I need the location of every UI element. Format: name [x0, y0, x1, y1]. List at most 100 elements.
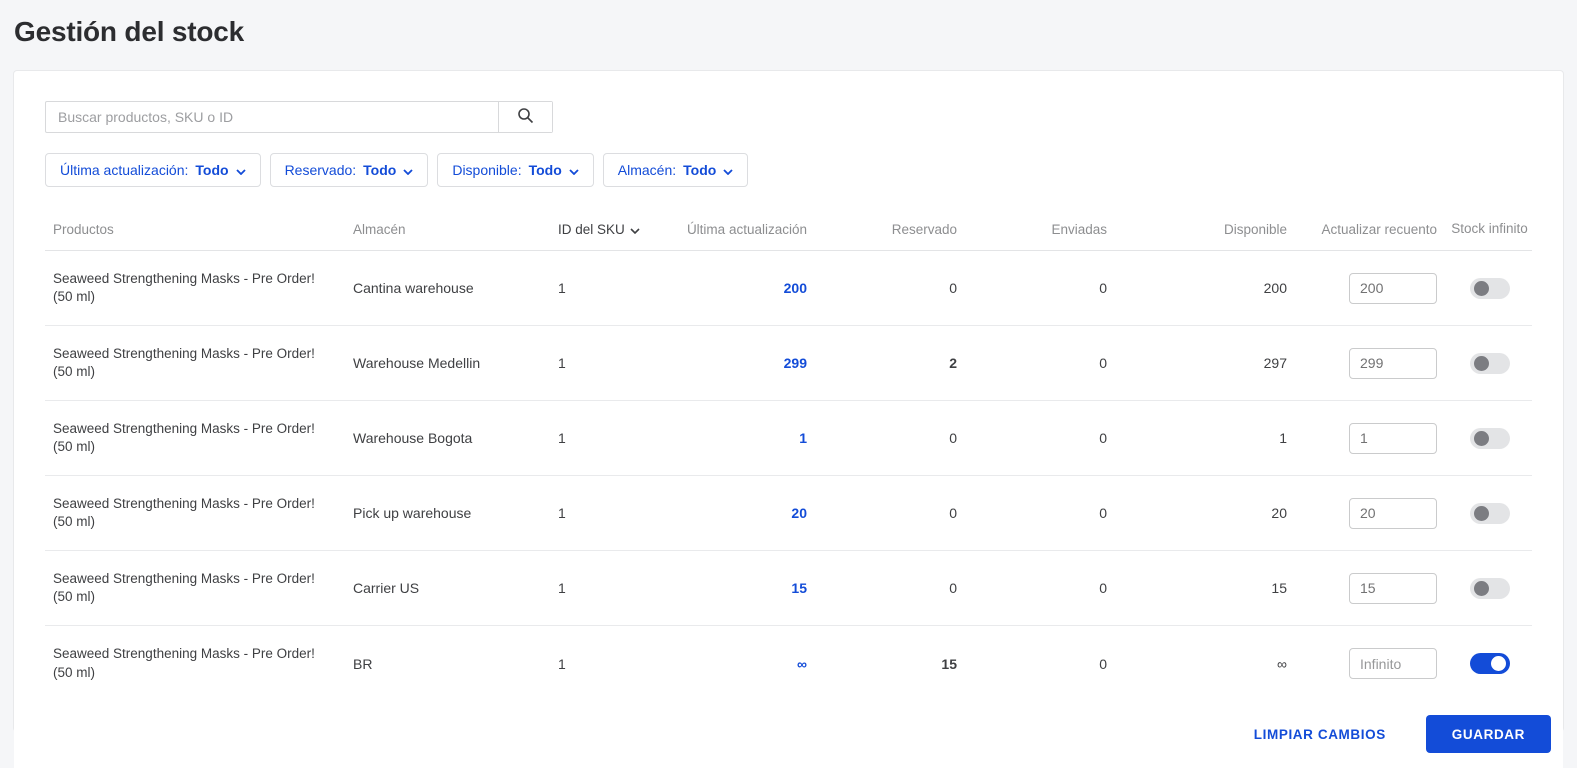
update-count-input — [1349, 648, 1437, 679]
filter-warehouse[interactable]: Almacén: Todo — [602, 153, 749, 187]
filter-label: Disponible: — [452, 162, 522, 178]
last-update-value[interactable]: 200 — [675, 280, 815, 296]
infinite-stock-toggle[interactable] — [1469, 277, 1510, 299]
chevron-down-icon — [723, 162, 733, 178]
filter-last-update[interactable]: Última actualización: Todo — [45, 153, 261, 187]
last-update-value[interactable]: 299 — [675, 355, 815, 371]
toggle-knob — [1473, 430, 1489, 446]
shipped-value: 0 — [1099, 430, 1107, 446]
search-button[interactable] — [498, 102, 552, 132]
header-shipped: Enviadas — [1051, 222, 1107, 237]
reserved-value: 0 — [949, 580, 957, 596]
shipped-value: 0 — [1099, 655, 1107, 672]
warehouse-name: BR — [353, 655, 373, 672]
last-update-value[interactable]: ∞ — [675, 656, 815, 672]
warehouse-name: Cantina warehouse — [353, 280, 474, 296]
available-value: 20 — [1271, 505, 1287, 521]
sku-id: 1 — [558, 505, 566, 521]
sku-id: 1 — [558, 355, 566, 371]
filter-value: Todo — [363, 162, 397, 178]
product-name: Seaweed Strengthening Masks - Pre Order!… — [53, 495, 315, 529]
header-update-count: Actualizar recuento — [1321, 222, 1437, 237]
filter-value: Todo — [683, 162, 717, 178]
filter-label: Almacén: — [617, 162, 677, 178]
infinite-stock-toggle[interactable] — [1469, 502, 1510, 524]
sku-id: 1 — [558, 655, 566, 672]
available-value: 200 — [1263, 280, 1287, 296]
update-count-input[interactable] — [1349, 572, 1437, 604]
product-name: Seaweed Strengthening Masks - Pre Order!… — [53, 570, 315, 604]
sku-id: 1 — [558, 580, 566, 596]
update-count-input[interactable] — [1349, 497, 1437, 529]
stock-table: Productos Almacén ID del SKU Última actu… — [45, 209, 1532, 701]
toggle-knob — [1473, 280, 1489, 296]
filter-label: Reservado: — [284, 162, 357, 178]
available-value: 15 — [1271, 580, 1287, 596]
filter-reserved[interactable]: Reservado: Todo — [269, 153, 429, 187]
available-value: 1 — [1279, 430, 1287, 446]
filter-bar: Última actualización: Todo Reservado: To… — [45, 153, 1532, 187]
table-row: Seaweed Strengthening Masks - Pre Order!… — [45, 551, 1532, 626]
table-row: Seaweed Strengthening Masks - Pre Order!… — [45, 626, 1532, 701]
reserved-value: 0 — [949, 430, 957, 446]
chevron-down-icon — [403, 162, 413, 178]
shipped-value: 0 — [1099, 355, 1107, 371]
table-row: Seaweed Strengthening Masks - Pre Order!… — [45, 326, 1532, 401]
stock-management-card: Última actualización: Todo Reservado: To… — [13, 70, 1564, 768]
filter-value: Todo — [195, 162, 229, 178]
filter-value: Todo — [528, 162, 562, 178]
sku-id: 1 — [558, 280, 566, 296]
infinite-stock-toggle[interactable] — [1469, 427, 1510, 449]
product-name: Seaweed Strengthening Masks - Pre Order!… — [53, 345, 315, 379]
toggle-knob — [1473, 580, 1489, 596]
toggle-knob — [1490, 656, 1506, 671]
action-bar: LIMPIAR CAMBIOS GUARDAR — [14, 701, 1563, 768]
header-infinite-stock: Stock infinito — [1451, 221, 1528, 237]
last-update-value[interactable]: 20 — [675, 505, 815, 521]
chevron-down-icon — [630, 222, 640, 237]
warehouse-name: Carrier US — [353, 580, 420, 596]
last-update-value[interactable]: 1 — [675, 430, 815, 446]
save-button[interactable]: GUARDAR — [1425, 715, 1551, 753]
update-count-input[interactable] — [1349, 422, 1437, 454]
available-value: 297 — [1263, 355, 1287, 371]
sku-id: 1 — [558, 430, 566, 446]
search-icon — [517, 107, 534, 127]
warehouse-name: Warehouse Medellin — [353, 355, 481, 371]
header-sku-label: ID del SKU — [558, 222, 625, 237]
update-count-input[interactable] — [1349, 347, 1437, 379]
reserved-value[interactable]: 2 — [815, 355, 965, 371]
available-value: ∞ — [1277, 655, 1287, 672]
header-reserved: Reservado — [891, 222, 957, 237]
warehouse-name: Pick up warehouse — [353, 505, 472, 521]
table-header-row: Productos Almacén ID del SKU Última actu… — [45, 209, 1532, 251]
reserved-value: 0 — [949, 505, 957, 521]
infinite-stock-toggle[interactable] — [1469, 653, 1510, 674]
reserved-value[interactable]: 15 — [815, 656, 965, 672]
table-row: Seaweed Strengthening Masks - Pre Order!… — [45, 476, 1532, 551]
shipped-value: 0 — [1099, 280, 1107, 296]
header-sku-sort[interactable]: ID del SKU — [550, 222, 675, 237]
infinite-stock-toggle[interactable] — [1469, 352, 1510, 374]
infinite-stock-toggle[interactable] — [1469, 577, 1510, 599]
filter-label: Última actualización: — [60, 162, 189, 178]
table-row: Seaweed Strengthening Masks - Pre Order!… — [45, 251, 1532, 326]
chevron-down-icon — [235, 162, 246, 178]
last-update-value[interactable]: 15 — [675, 580, 815, 596]
product-name: Seaweed Strengthening Masks - Pre Order!… — [53, 420, 315, 454]
filter-available[interactable]: Disponible: Todo — [437, 153, 594, 187]
clear-changes-button[interactable]: LIMPIAR CAMBIOS — [1254, 727, 1386, 742]
reserved-value: 0 — [949, 280, 957, 296]
header-warehouse: Almacén — [353, 222, 406, 237]
update-count-input[interactable] — [1349, 272, 1437, 304]
toggle-knob — [1473, 505, 1489, 521]
search-bar — [45, 101, 553, 133]
search-input[interactable] — [46, 102, 498, 132]
page-title: Gestión del stock — [14, 16, 244, 47]
toggle-knob — [1473, 355, 1489, 371]
shipped-value: 0 — [1099, 505, 1107, 521]
product-name: Seaweed Strengthening Masks - Pre Order!… — [53, 646, 315, 680]
header-available: Disponible — [1223, 222, 1287, 237]
header-last-update: Última actualización — [686, 222, 807, 237]
chevron-down-icon — [569, 162, 579, 178]
